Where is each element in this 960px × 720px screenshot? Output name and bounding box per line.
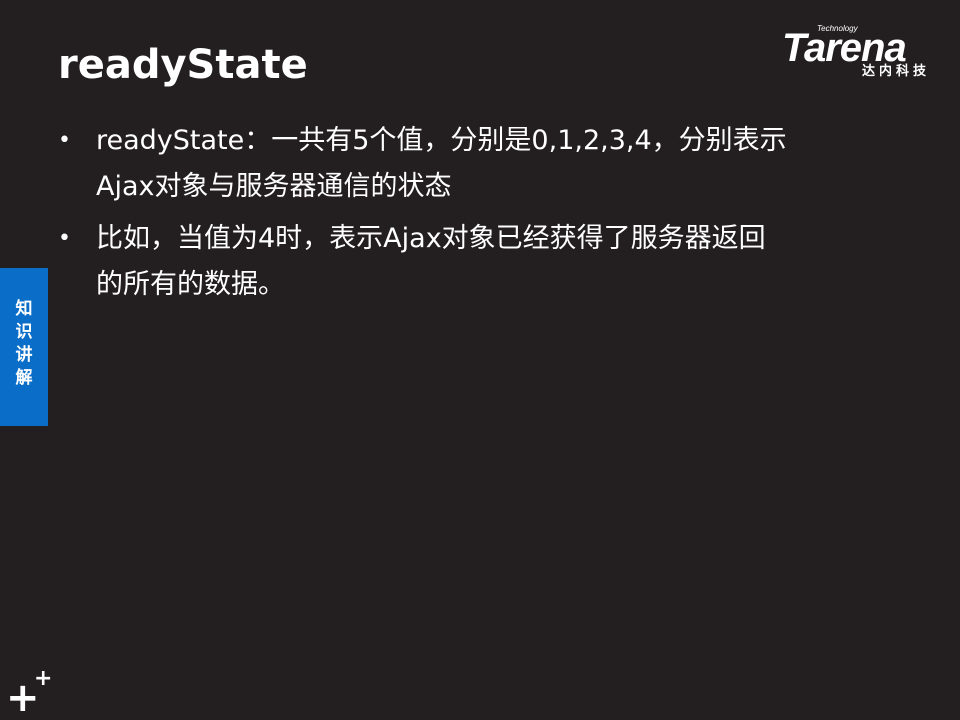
slide-title: readyState: [58, 42, 308, 88]
brand-chinese-name: 达内科技: [862, 64, 931, 79]
brand-logo: Technology Tarena 达内科技: [780, 22, 946, 84]
slide: readyState Technology Tarena 达内科技 • read…: [0, 0, 960, 720]
bullet-item: • readyState：一共有5个值，分别是0,1,2,3,4，分别表示 Aj…: [58, 118, 898, 210]
bullet-item: • 比如，当值为4时，表示Ajax对象已经获得了服务器返回 的所有的数据。: [58, 216, 898, 308]
side-tab-char: 讲: [15, 345, 33, 365]
side-tab-char: 识: [15, 322, 33, 342]
plus-small-icon: +: [34, 666, 53, 691]
bullet-dot-icon: •: [58, 226, 71, 251]
plus-logo-icon: + +: [6, 666, 54, 719]
brand-name: Tarena: [782, 26, 907, 70]
side-tab-char: 知: [15, 299, 33, 319]
bullet-line: 的所有的数据。: [96, 269, 285, 300]
side-section-tab: 知 识 讲 解: [0, 268, 48, 426]
bullet-line: Ajax对象与服务器通信的状态: [96, 171, 452, 202]
bullet-list: • readyState：一共有5个值，分别是0,1,2,3,4，分别表示 Aj…: [58, 118, 898, 314]
side-tab-char: 解: [15, 368, 33, 388]
bullet-line: readyState：一共有5个值，分别是0,1,2,3,4，分别表示: [96, 125, 787, 156]
bullet-line: 比如，当值为4时，表示Ajax对象已经获得了服务器返回: [96, 223, 766, 254]
bullet-dot-icon: •: [58, 128, 71, 153]
